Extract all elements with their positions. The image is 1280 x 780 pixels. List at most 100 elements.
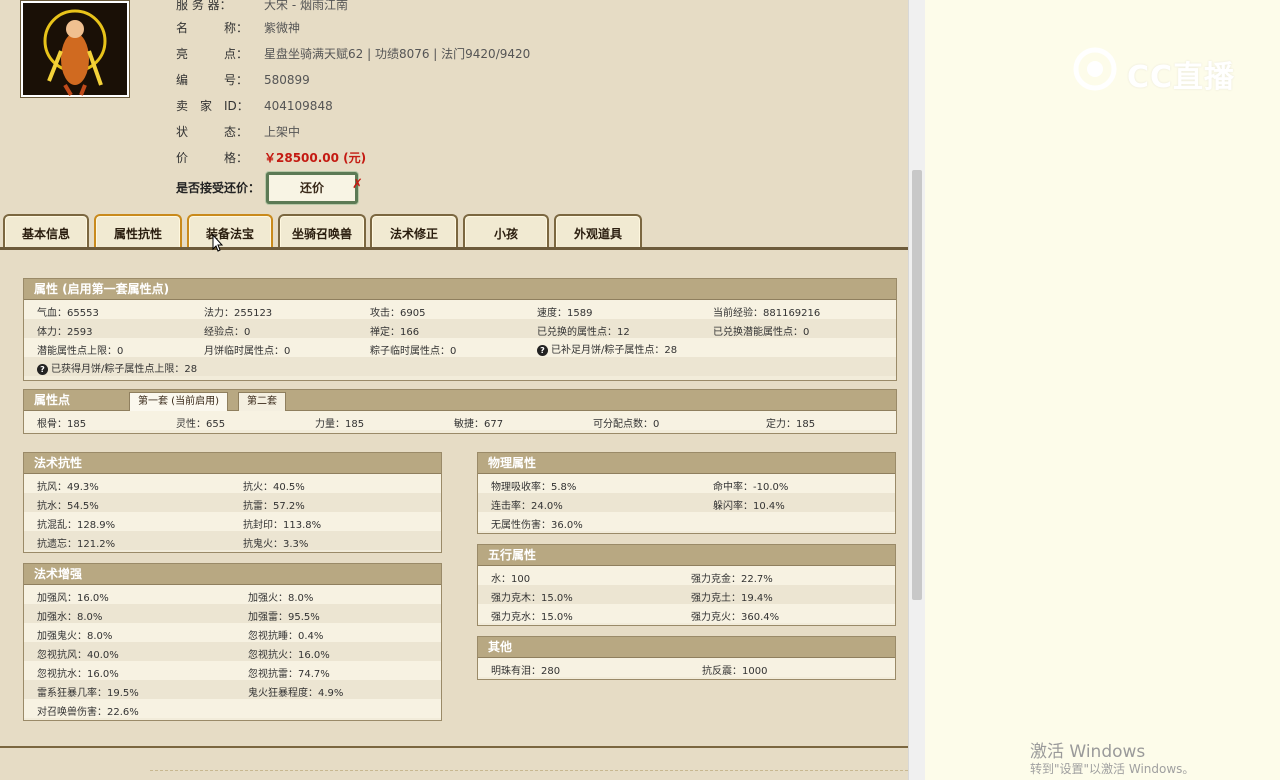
- seller-row: 卖 家 ID： 404109848: [176, 97, 333, 115]
- attr-speed: 速度：1589: [537, 308, 593, 319]
- resist-seal: 抗封印：113.8%: [243, 520, 322, 531]
- attr-potential-cap: 潜能属性点上限：0: [37, 346, 124, 357]
- tab-points-set-2[interactable]: 第二套: [238, 392, 286, 412]
- tab-divider: [0, 247, 908, 250]
- dashed-divider: [150, 770, 908, 771]
- detail-tabs: 基本信息 属性抗性 装备法宝 坐骑召唤兽 法术修正 小孩 外观道具: [0, 210, 908, 250]
- tab-basic-info[interactable]: 基本信息: [3, 214, 89, 250]
- number-row: 编 号： 580899: [176, 71, 310, 89]
- true-damage: 无属性伤害：36.0%: [491, 520, 583, 531]
- name-row: 名 称： 紫微神: [176, 19, 300, 37]
- resist-thunder: 抗雷：57.2%: [243, 501, 305, 512]
- resist-wind: 抗风：49.3%: [37, 482, 99, 493]
- ignore-wind: 忽视抗风：40.0%: [37, 650, 119, 661]
- server-value: 大宋 - 烟雨江南: [264, 0, 348, 12]
- physical-absorb: 物理吸收率：5.8%: [491, 482, 577, 493]
- point-unassigned: 可分配点数：0: [593, 419, 660, 430]
- highlight-label: 亮 点：: [176, 47, 249, 61]
- tab-spell-modifiers[interactable]: 法术修正: [370, 214, 458, 250]
- video-right-area: [925, 0, 1280, 780]
- combo-rate: 连击率：24.0%: [491, 501, 563, 512]
- activate-windows-subtitle: 转到"设置"以激活 Windows。: [1030, 762, 1195, 776]
- tab-children[interactable]: 小孩: [463, 214, 549, 250]
- attr-zongzi-temp: 粽子临时属性点：0: [370, 346, 457, 357]
- resist-water: 抗水：54.5%: [37, 501, 99, 512]
- listing-page: 服 务 器： 大宋 - 烟雨江南 名 称： 紫微神 亮 点： 星盘坐骑满天赋62 | …: [0, 0, 908, 780]
- help-icon[interactable]: ?: [537, 344, 548, 356]
- magic-resist-panel: 法术抗性 抗风：49.3% 抗火：40.5% 抗水：54.5% 抗雷：57.2%…: [23, 452, 442, 553]
- point-focus: 定力：185: [766, 419, 816, 430]
- counter-water: 强力克水：15.0%: [491, 612, 573, 623]
- pearl-tears: 明珠有泪：280: [491, 666, 561, 677]
- ghostfire-crit-degree: 鬼火狂暴程度：4.9%: [248, 688, 344, 699]
- counter-earth: 强力克土：19.4%: [691, 593, 773, 604]
- name-value: 紫微神: [264, 21, 301, 35]
- attr-exp: 当前经验：881169216: [713, 308, 821, 319]
- ignore-sleep: 忽视抗睡：0.4%: [248, 631, 324, 642]
- physical-panel: 物理属性 物理吸收率：5.8% 命中率：-10.0% 连击率：24.0% 躲闪率…: [477, 452, 896, 534]
- bargain-label: 是否接受还价：: [176, 181, 261, 195]
- counter-wood: 强力克木：15.0%: [491, 593, 573, 604]
- boost-thunder: 加强雷：95.5%: [248, 612, 320, 623]
- activate-windows-title: 激活 Windows: [1030, 742, 1146, 762]
- seller-value: 404109848: [264, 99, 333, 113]
- number-label: 编 号：: [176, 73, 249, 87]
- boost-wind: 加强风：16.0%: [37, 593, 109, 604]
- seller-label: 卖 家 ID：: [176, 99, 249, 113]
- attr-mooncake-temp: 月饼临时属性点：0: [204, 346, 291, 357]
- counter-fire: 强力克火：360.4%: [691, 612, 780, 623]
- attr-meditation: 禅定：166: [370, 327, 420, 338]
- status-value: 上架中: [264, 125, 301, 139]
- price-row: 价 格： ￥28500.00 (元): [176, 149, 366, 167]
- counter-metal: 强力克金：22.7%: [691, 574, 773, 585]
- character-avatar: [20, 0, 130, 98]
- physical-title: 物理属性: [478, 453, 895, 474]
- magic-boost-title: 法术增强: [24, 564, 441, 585]
- thunder-crit-rate: 雷系狂暴几率：19.5%: [37, 688, 139, 699]
- attr-exp-points: 经验点：0: [204, 327, 251, 338]
- status-row: 状 态： 上架中: [176, 123, 300, 141]
- help-icon[interactable]: ?: [37, 363, 48, 375]
- point-constitution: 根骨：185: [37, 419, 87, 430]
- bargain-button[interactable]: 还价: [266, 172, 358, 204]
- hit-rate: 命中率：-10.0%: [713, 482, 789, 493]
- tab-points-set-1[interactable]: 第一套 (当前启用): [129, 392, 228, 412]
- point-agility: 敏捷：677: [454, 419, 504, 430]
- attr-filled-text: 已补足月饼/粽子属性点：28: [551, 345, 678, 356]
- point-spirit: 灵性：655: [176, 419, 226, 430]
- attributes-panel: 属性 (启用第一套属性点) 气血：65553 法力：255123 攻击：6905…: [23, 278, 897, 381]
- ignore-thunder: 忽视抗雷：74.7%: [248, 669, 330, 680]
- magic-resist-title: 法术抗性: [24, 453, 441, 474]
- tab-attributes-resist[interactable]: 属性抗性: [94, 214, 182, 250]
- footer-divider: [0, 746, 908, 748]
- resist-forget: 抗遗忘：121.2%: [37, 539, 116, 550]
- attr-potential-exchanged: 已兑换潜能属性点：0: [713, 327, 810, 338]
- scrollbar-thumb[interactable]: [912, 170, 922, 600]
- tab-mounts-pets[interactable]: 坐骑召唤兽: [278, 214, 366, 250]
- tab-appearance-items[interactable]: 外观道具: [554, 214, 642, 250]
- tab-equipment[interactable]: 装备法宝: [187, 214, 273, 250]
- resist-fire: 抗火：40.5%: [243, 482, 305, 493]
- boost-ghostfire: 加强鬼火：8.0%: [37, 631, 113, 642]
- price-value: ￥28500.00 (元): [264, 151, 367, 165]
- ignore-fire: 忽视抗火：16.0%: [248, 650, 330, 661]
- other-title: 其他: [478, 637, 895, 658]
- attributes-title: 属性 (启用第一套属性点): [24, 279, 896, 300]
- attr-stamina: 体力：2593: [37, 327, 93, 338]
- attr-points-cap-text: 已获得月饼/粽子属性点上限：28: [51, 364, 198, 375]
- mouse-cursor-icon: [212, 233, 224, 256]
- attr-points-cap: ? 已获得月饼/粽子属性点上限：28: [37, 360, 197, 375]
- five-elements-title: 五行属性: [478, 545, 895, 566]
- other-panel: 其他 明珠有泪：280 抗反震：1000: [477, 636, 896, 680]
- magic-boost-panel: 法术增强 加强风：16.0% 加强火：8.0% 加强水：8.0% 加强雷：95.…: [23, 563, 442, 721]
- close-icon[interactable]: ✗: [352, 177, 363, 192]
- ignore-water: 忽视抗水：16.0%: [37, 669, 119, 680]
- resist-chaos: 抗混乱：128.9%: [37, 520, 116, 531]
- dodge-rate: 躲闪率：10.4%: [713, 501, 785, 512]
- boost-water: 加强水：8.0%: [37, 612, 103, 623]
- resist-ghostfire: 抗鬼火：3.3%: [243, 539, 309, 550]
- vertical-scrollbar[interactable]: [908, 0, 925, 780]
- attr-hp: 气血：65553: [37, 308, 99, 319]
- attr-attack: 攻击：6905: [370, 308, 426, 319]
- server-label: 服 务 器：: [176, 0, 232, 12]
